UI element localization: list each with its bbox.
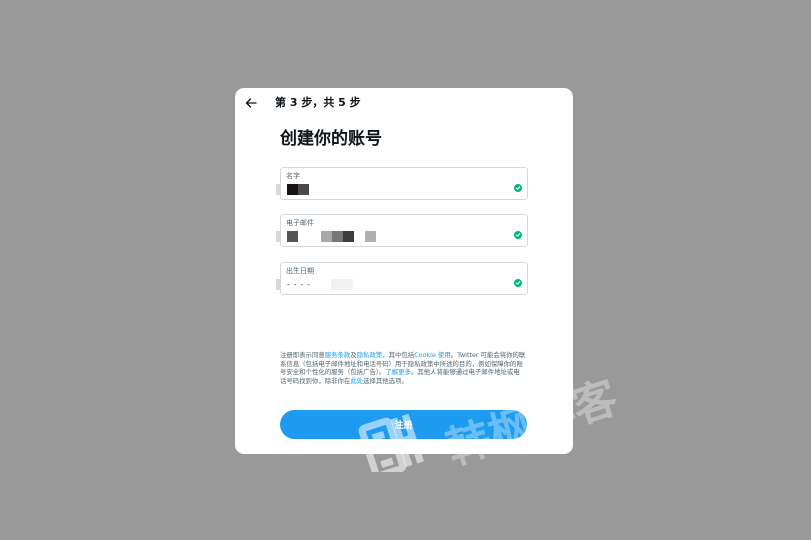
signup-modal: 第 3 步，共 5 步 创建你的账号 名字 电子邮件 出生日期 - - - - … <box>235 88 573 454</box>
email-valid-check-icon <box>514 231 522 239</box>
terms-of-service-link[interactable]: 服务条款 <box>325 351 351 359</box>
learn-more-link[interactable]: 了解更多 <box>385 368 411 376</box>
terms-text: 注册即表示同意服务条款及隐私政策，其中包括Cookie 使用。Twitter 可… <box>280 351 526 385</box>
arrow-left-icon <box>245 98 257 108</box>
name-field-label: 名字 <box>286 172 300 180</box>
email-field-label: 电子邮件 <box>286 219 314 227</box>
birthdate-field-label: 出生日期 <box>286 267 314 275</box>
birthdate-field[interactable]: 出生日期 - - - - <box>276 262 528 295</box>
terms-part: ，其中包括 <box>382 351 415 359</box>
birthdate-value-text: - - - - <box>287 280 311 289</box>
name-field-value <box>276 184 309 195</box>
page-title: 创建你的账号 <box>280 129 382 149</box>
step-indicator: 第 3 步，共 5 步 <box>275 96 361 109</box>
email-field[interactable]: 电子邮件 <box>276 214 528 247</box>
birthdate-field-value: - - - - <box>276 279 353 290</box>
name-field[interactable]: 名字 <box>276 167 528 200</box>
back-button[interactable] <box>243 95 259 111</box>
terms-part: 选择其他选项。 <box>363 376 408 385</box>
signup-button[interactable]: 注册 <box>280 410 527 439</box>
privacy-policy-link[interactable]: 隐私政策 <box>357 351 383 359</box>
here-link[interactable]: 此处 <box>350 377 363 385</box>
cookie-use-link[interactable]: Cookie 使用 <box>414 351 451 359</box>
name-valid-check-icon <box>514 184 522 192</box>
email-field-value <box>276 231 376 242</box>
birthdate-valid-check-icon <box>514 279 522 287</box>
terms-part: 注册即表示同意 <box>280 351 325 359</box>
